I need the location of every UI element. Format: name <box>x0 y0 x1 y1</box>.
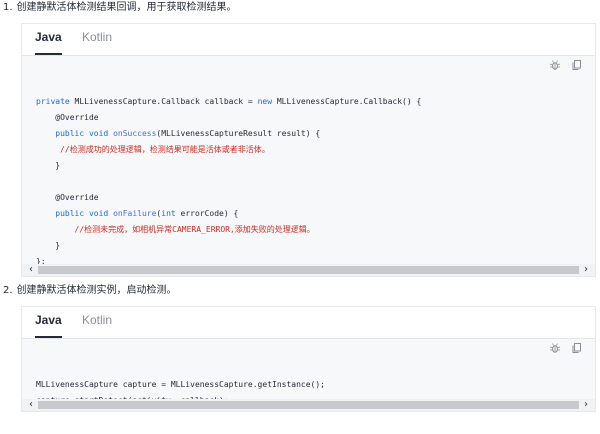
step-2-title: 2. 创建静默活体检测实例，启动检测。 <box>3 284 177 298</box>
code-line: } <box>36 158 60 174</box>
tab-java[interactable]: Java <box>35 24 62 55</box>
copy-icon[interactable] <box>571 342 583 354</box>
step-1-title: 1. 创建静默活体检测结果回调，用于获取检测结果。 <box>3 1 237 15</box>
code-line: private MLLivenessCapture.Callback callb… <box>36 94 421 110</box>
tab-java-label: Java <box>35 30 62 44</box>
copy-icon[interactable] <box>571 59 583 71</box>
language-tabs: Java Kotlin <box>22 24 595 56</box>
active-tab-underline <box>35 336 62 338</box>
step-title-text: 创建静默活体检测实例，启动检测。 <box>16 285 177 296</box>
code-line: } <box>36 238 60 254</box>
code-token: MLLivenessCapture.Callback() { <box>276 97 422 106</box>
code-keyword: new <box>257 97 277 106</box>
step-title-text: 创建静默活体检测结果回调，用于获取检测结果。 <box>16 2 237 13</box>
step-number: 2. <box>3 285 13 296</box>
tab-java-label: Java <box>35 313 62 327</box>
bug-icon[interactable] <box>549 59 561 71</box>
tab-java[interactable]: Java <box>35 307 62 338</box>
code-token: MLLivenessCapture.Callback callback = <box>74 97 258 106</box>
code-token: @Override <box>36 113 99 122</box>
code-keyword: int <box>161 209 181 218</box>
scroll-left-icon[interactable]: ‹ <box>24 264 38 276</box>
code-line: public void onSuccess(MLLivenessCaptureR… <box>36 126 320 142</box>
code-line: @Override <box>36 190 99 206</box>
code-function: onSuccess <box>113 129 157 138</box>
code-function: onFailure <box>113 209 157 218</box>
code-keyword: public void <box>55 209 114 218</box>
code-token: } <box>36 241 61 250</box>
tab-kotlin[interactable]: Kotlin <box>82 24 112 55</box>
code-block-instance: Java Kotlin MLLivenessCapture capture = … <box>21 306 596 412</box>
code-keyword: private <box>36 97 75 106</box>
code-comment: //检测未完成，如相机异常CAMERA_ERROR,添加失败的处理逻辑。 <box>74 225 315 234</box>
tab-kotlin-label: Kotlin <box>82 313 113 327</box>
code-comment: //检测成功的处理逻辑，检测结果可能是活体或者非活体。 <box>60 145 270 154</box>
code-line: public void onFailure(int errorCode) { <box>36 206 238 222</box>
code-line: @Override <box>36 110 99 126</box>
tab-kotlin[interactable]: Kotlin <box>82 307 112 338</box>
code-token: errorCode) { <box>180 209 239 218</box>
code-token: @Override <box>36 193 99 202</box>
horizontal-scrollbar[interactable]: ‹ › <box>22 264 595 276</box>
code-line: //检测未完成，如相机异常CAMERA_ERROR,添加失败的处理逻辑。 <box>36 222 315 238</box>
scroll-right-icon[interactable]: › <box>579 264 593 276</box>
code-token: MLLivenessCapture capture = MLLivenessCa… <box>36 380 325 389</box>
tab-kotlin-label: Kotlin <box>82 30 113 44</box>
scroll-left-icon[interactable]: ‹ <box>24 399 38 411</box>
scroll-right-icon[interactable]: › <box>579 399 593 411</box>
scroll-thumb[interactable] <box>38 401 579 409</box>
code-token: (MLLivenessCaptureResult result) { <box>156 129 321 138</box>
horizontal-scrollbar[interactable]: ‹ › <box>22 399 595 411</box>
language-tabs: Java Kotlin <box>22 307 595 339</box>
active-tab-underline <box>35 53 62 55</box>
scroll-thumb[interactable] <box>38 266 579 274</box>
code-line: MLLivenessCapture capture = MLLivenessCa… <box>36 377 325 393</box>
code-keyword: public void <box>55 129 114 138</box>
step-number: 1. <box>3 2 13 13</box>
code-token: } <box>36 161 61 170</box>
bug-icon[interactable] <box>549 342 561 354</box>
code-block-callback: Java Kotlin private MLLivenessCapture.Ca… <box>21 23 596 277</box>
code-line: //检测成功的处理逻辑，检测结果可能是活体或者非活体。 <box>36 142 270 158</box>
